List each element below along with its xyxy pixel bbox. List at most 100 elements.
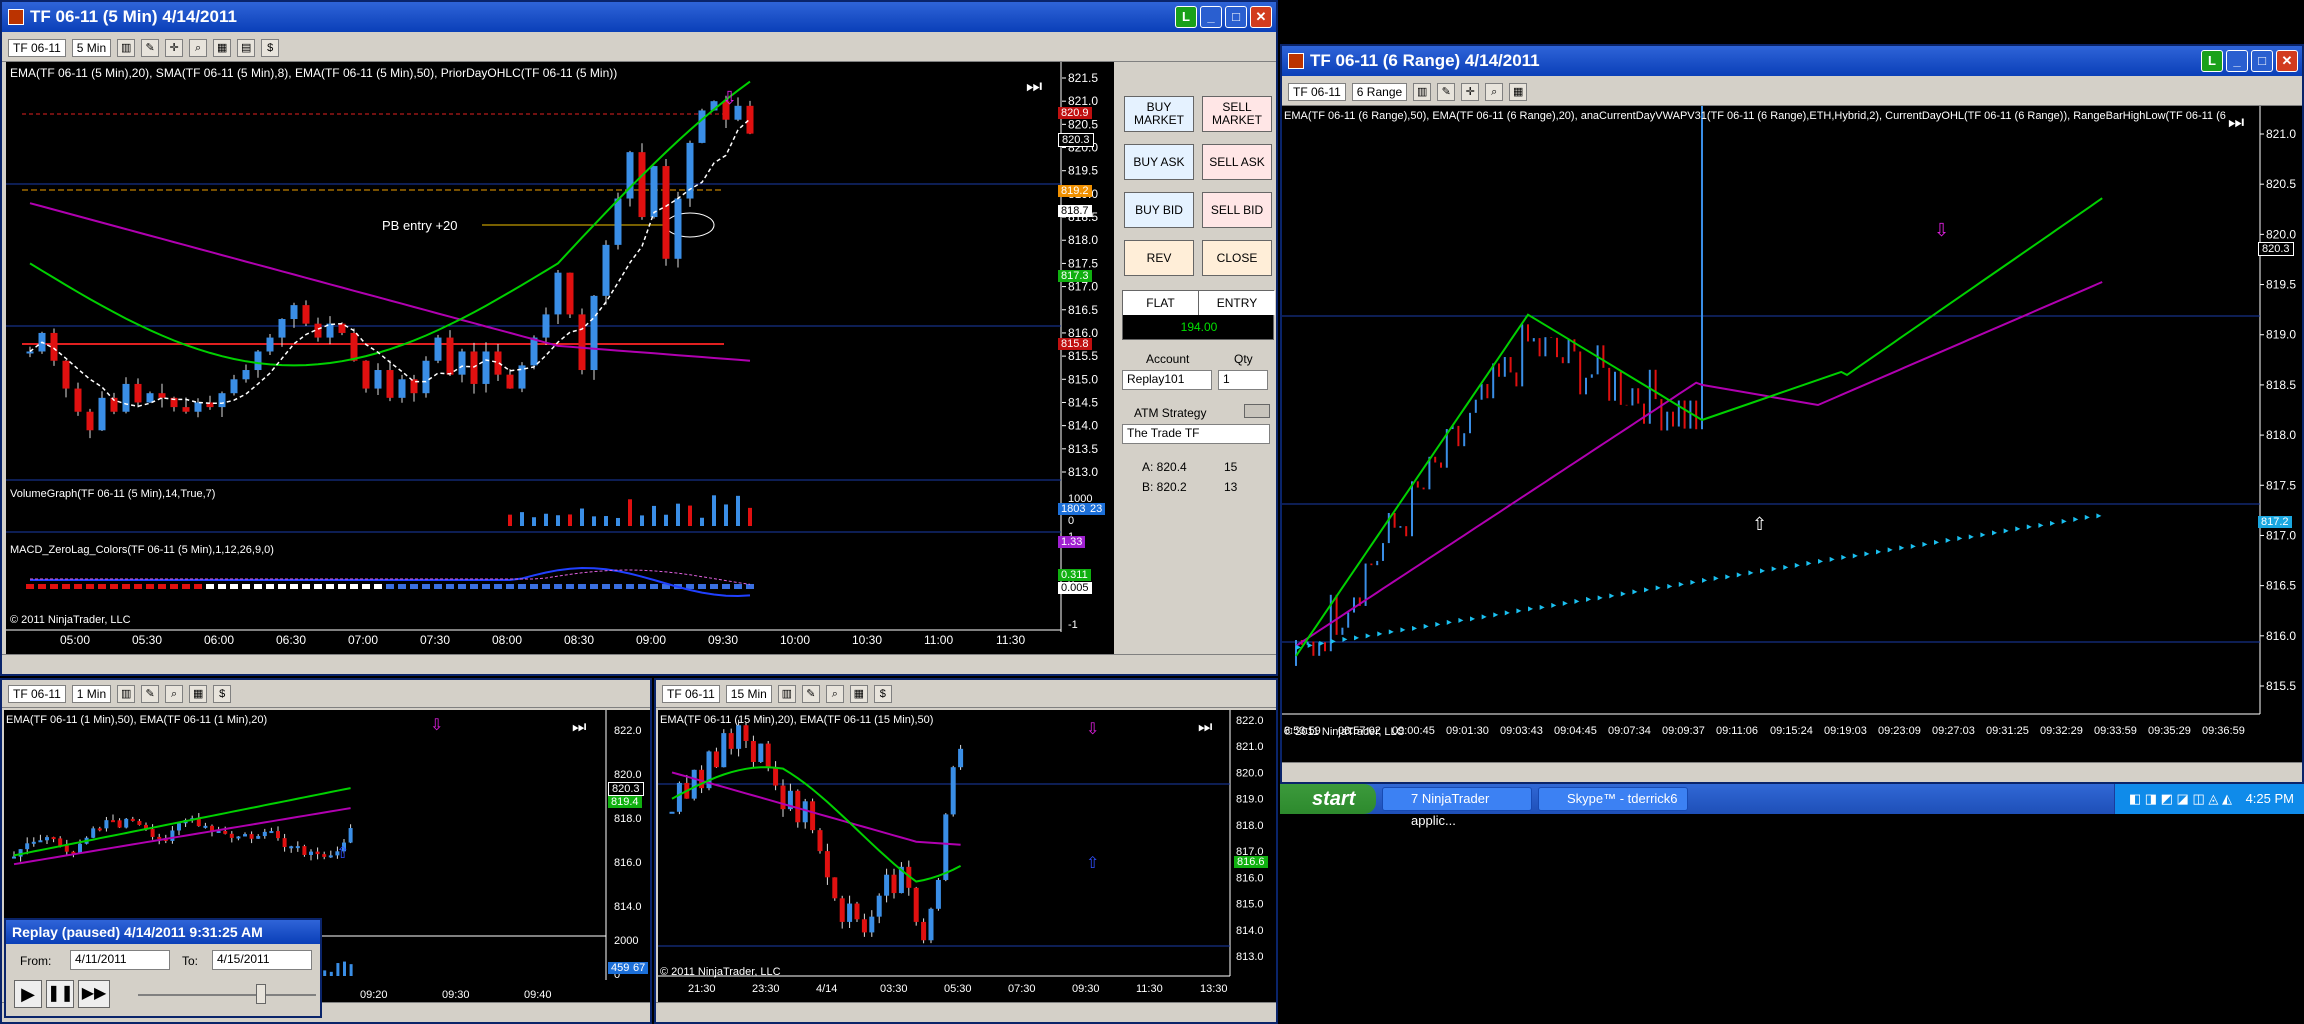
- bar-type-icon[interactable]: ▥: [117, 684, 136, 703]
- qty-input[interactable]: 1: [1218, 370, 1268, 390]
- main-window-titlebar[interactable]: TF 06-11 (5 Min) 4/14/2011 L _ □ ✕: [2, 2, 1276, 32]
- instrument-select[interactable]: TF 06-11: [8, 684, 66, 703]
- speed-slider-thumb[interactable]: [256, 984, 266, 1004]
- sell-ask-button[interactable]: SELL ASK: [1202, 144, 1272, 180]
- zoom-icon[interactable]: ⌕: [1485, 82, 1504, 101]
- price-tick: 817.5: [2266, 478, 2296, 492]
- time-tick: 09:23:09: [1878, 725, 1921, 737]
- maximize-button[interactable]: □: [1225, 6, 1247, 28]
- candle-body: [482, 351, 490, 384]
- speed-slider[interactable]: [138, 994, 316, 996]
- buy-market-button[interactable]: BUY MARKET: [1124, 96, 1194, 132]
- volume-bar: [676, 503, 680, 526]
- close-button[interactable]: ✕: [1250, 6, 1272, 28]
- zoom-icon[interactable]: ⌕: [189, 38, 208, 57]
- candle-body: [958, 748, 964, 768]
- maximize-button[interactable]: □: [2251, 50, 2273, 72]
- pencil-icon[interactable]: ✎: [1437, 82, 1456, 101]
- properties-icon[interactable]: ▦: [213, 38, 232, 57]
- properties-icon[interactable]: ▦: [849, 684, 868, 703]
- bar-type-icon[interactable]: ▥: [777, 684, 796, 703]
- candle-body: [698, 110, 706, 143]
- volume-bar: [520, 512, 524, 526]
- fifteen-min-toolbar: TF 06-11 15 Min ▥ ✎ ⌕ ▦ $: [656, 680, 1276, 708]
- position-entry: ENTRY: [1199, 291, 1275, 315]
- candle-body: [98, 397, 106, 431]
- zoom-icon[interactable]: ⌕: [165, 684, 184, 703]
- main-toolbar: TF 06-11 5 Min ▥ ✎ ✛ ⌕ ▦ ▤ $: [2, 34, 1276, 62]
- close-position-button[interactable]: CLOSE: [1202, 240, 1272, 276]
- crosshair-icon[interactable]: ✛: [1461, 82, 1480, 101]
- ask-price: A: 820.4: [1142, 460, 1187, 474]
- fifteen-min-scrollbar[interactable]: [656, 1002, 1276, 1022]
- main-chart-canvas[interactable]: 821.5821.0820.5820.0819.5819.0818.5818.0…: [6, 62, 1114, 656]
- price-tick: 814.0: [1236, 925, 1264, 937]
- order-panel-icon[interactable]: $: [873, 684, 892, 703]
- range-horizontal-scrollbar[interactable]: [1282, 762, 2302, 782]
- vwap-marker: ▸: [1656, 583, 1661, 594]
- bar-type-icon[interactable]: ▥: [1413, 82, 1432, 101]
- atm-config-button[interactable]: [1244, 404, 1270, 418]
- main-horizontal-scrollbar[interactable]: [2, 654, 1276, 674]
- tray-icons[interactable]: ◧ ◨ ◩ ◪ ◫ ◬ ◭: [2129, 791, 2232, 806]
- taskbar-skype[interactable]: Skype™ - tderrick6: [1538, 787, 1688, 811]
- macd-plate-2: 0.311: [1058, 569, 1091, 581]
- interval-select[interactable]: 1 Min: [71, 684, 112, 703]
- to-date-select[interactable]: 4/15/2011: [212, 950, 312, 970]
- pause-icon[interactable]: ❚❚: [46, 980, 74, 1008]
- start-button[interactable]: start: [1280, 784, 1376, 814]
- interval-select[interactable]: 6 Range: [1351, 82, 1408, 101]
- price-tick: 820.5: [1068, 117, 1098, 131]
- pencil-icon[interactable]: ✎: [141, 38, 160, 57]
- candle-body: [884, 874, 890, 896]
- sell-bid-button[interactable]: SELL BID: [1202, 192, 1272, 228]
- candle-body: [362, 360, 370, 389]
- interval-select[interactable]: 5 Min: [71, 38, 112, 57]
- atm-strategy-select[interactable]: The Trade TF: [1122, 424, 1270, 444]
- account-select[interactable]: Replay101: [1122, 370, 1212, 390]
- interval-select[interactable]: 15 Min: [725, 684, 772, 703]
- candle-body: [810, 801, 816, 831]
- candle-body: [236, 836, 241, 839]
- range-chart-canvas[interactable]: 821.0 820.5 820.0 819.5 819.0 818.5 818.0 817.5…: [1282, 106, 2302, 762]
- link-icon[interactable]: L: [1175, 6, 1197, 28]
- main-window-title: TF 06-11 (5 Min) 4/14/2011: [30, 7, 237, 26]
- fifteen-min-canvas[interactable]: 822.0821.0820.0819.0818.0817.0816.0815.0…: [658, 710, 1276, 1002]
- crosshair-icon[interactable]: ✛: [165, 38, 184, 57]
- position-display: FLAT ENTRY 194.00: [1122, 290, 1275, 340]
- sell-arrow-icon: ⇩: [1086, 721, 1099, 738]
- properties-icon[interactable]: ▦: [1509, 82, 1528, 101]
- fast-forward-icon[interactable]: ▶▶: [78, 980, 110, 1008]
- zoom-icon[interactable]: ⌕: [825, 684, 844, 703]
- instrument-select[interactable]: TF 06-11: [662, 684, 720, 703]
- from-date-select[interactable]: 4/11/2011: [70, 950, 170, 970]
- pencil-icon[interactable]: ✎: [801, 684, 820, 703]
- candle-body: [266, 337, 274, 352]
- reverse-button[interactable]: REV: [1124, 240, 1194, 276]
- link-icon[interactable]: L: [2201, 50, 2223, 72]
- candle-body: [262, 831, 267, 837]
- minimize-button[interactable]: _: [2226, 50, 2248, 72]
- properties-icon[interactable]: ▦: [189, 684, 208, 703]
- buy-ask-button[interactable]: BUY ASK: [1124, 144, 1194, 180]
- close-button[interactable]: ✕: [2276, 50, 2298, 72]
- instrument-select[interactable]: TF 06-11: [1288, 82, 1346, 101]
- candle-body: [669, 811, 675, 814]
- sell-market-button[interactable]: SELL MARKET: [1202, 96, 1272, 132]
- range-price-chart[interactable]: 821.0 820.5 820.0 819.5 819.0 818.5 818.0 817.5…: [1282, 106, 2302, 762]
- order-panel-icon[interactable]: $: [213, 684, 232, 703]
- instrument-select[interactable]: TF 06-11: [8, 38, 66, 57]
- candle-body: [31, 841, 36, 844]
- fifteen-min-chart[interactable]: 822.0 821.0 820.0 819.0 818.0 817.0 816.0 815.0…: [658, 710, 1276, 1002]
- data-box-icon[interactable]: ▤: [237, 38, 256, 57]
- buy-bid-button[interactable]: BUY BID: [1124, 192, 1194, 228]
- bar-type-icon[interactable]: ▥: [117, 38, 136, 57]
- volume-plate2: 23: [1087, 503, 1106, 515]
- range-window-titlebar[interactable]: TF 06-11 (6 Range) 4/14/2011 L _ □ ✕: [1282, 46, 2302, 76]
- taskbar-ninjatrader[interactable]: 7 NinjaTrader applic...: [1382, 787, 1532, 828]
- play-icon[interactable]: ▶: [14, 980, 42, 1008]
- order-panel-icon[interactable]: $: [261, 38, 280, 57]
- pencil-icon[interactable]: ✎: [141, 684, 160, 703]
- minimize-button[interactable]: _: [1200, 6, 1222, 28]
- main-price-chart[interactable]: 821.5821.0820.5820.0819.5819.0818.5818.0…: [6, 62, 1114, 656]
